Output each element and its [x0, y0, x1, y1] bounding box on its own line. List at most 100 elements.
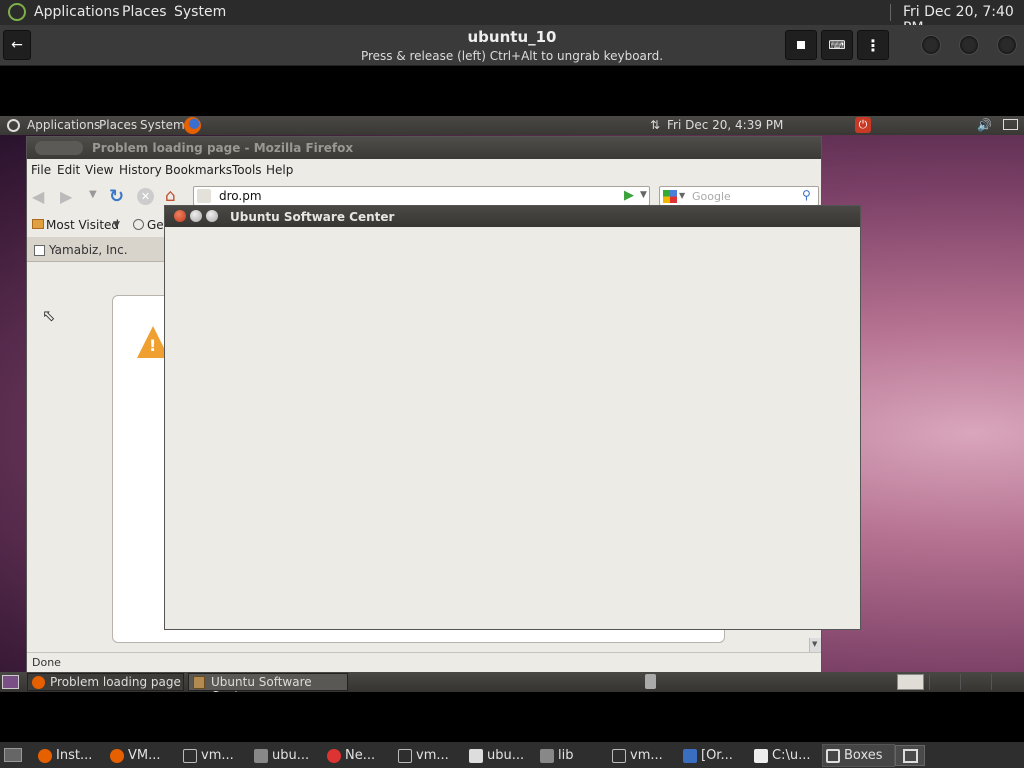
- volume-icon[interactable]: 🔊: [977, 118, 992, 132]
- firefox-titlebar[interactable]: Problem loading page - Mozilla Firefox: [27, 137, 821, 159]
- search-input[interactable]: Google: [692, 190, 731, 203]
- host-task-boxes[interactable]: Boxes: [822, 744, 895, 767]
- mail-icon[interactable]: [1003, 119, 1018, 130]
- reload-icon[interactable]: ↻: [109, 186, 124, 207]
- status-text: Done: [32, 656, 61, 669]
- workspace-switcher-active[interactable]: [897, 674, 924, 690]
- screen: Applications Places System Fri Dec 20, 7…: [0, 0, 1024, 768]
- usc-minimize-button[interactable]: [190, 210, 202, 222]
- host-task-8[interactable]: vm...: [612, 745, 663, 766]
- guest-menu-places[interactable]: Places: [99, 118, 137, 132]
- search-icon[interactable]: ⚲: [802, 188, 811, 202]
- host-task-2[interactable]: vm...: [183, 745, 234, 766]
- menu-view[interactable]: View: [85, 163, 113, 177]
- app-icon: [683, 748, 697, 763]
- menu-history[interactable]: History: [119, 163, 162, 177]
- history-dropdown-icon[interactable]: ▼: [89, 189, 97, 200]
- search-engine-icon[interactable]: [663, 190, 677, 203]
- host-task-7[interactable]: lib: [540, 745, 573, 766]
- url-dropdown-icon[interactable]: ▼: [640, 190, 647, 200]
- host-task-10-label: C:\u...: [772, 748, 811, 763]
- terminal-icon: [612, 748, 626, 763]
- host-task-1[interactable]: VM...: [110, 745, 161, 766]
- menu-button[interactable]: ⋮: [857, 30, 889, 60]
- host-task-3-label: ubu...: [272, 748, 310, 763]
- menu-help[interactable]: Help: [266, 163, 293, 177]
- kebab-menu-icon: ⋮: [865, 35, 881, 55]
- scroll-down-icon[interactable]: ▼: [812, 640, 817, 648]
- vertical-scrollbar[interactable]: ▼: [809, 638, 821, 652]
- menu-tools[interactable]: Tools: [232, 163, 262, 177]
- firefox-icon: [110, 748, 124, 763]
- mouse-pointer-icon: ⬁: [42, 306, 56, 325]
- site-identity-icon[interactable]: [197, 189, 211, 203]
- host-task-8-label: vm...: [630, 748, 663, 763]
- home-icon[interactable]: ⌂: [165, 186, 176, 206]
- network-updown-icon[interactable]: ⇅: [650, 118, 660, 132]
- host-task-2-label: vm...: [201, 748, 234, 763]
- maximize-window-button[interactable]: [959, 35, 979, 55]
- host-task-3[interactable]: ubu...: [254, 745, 309, 766]
- most-visited-dropdown-icon[interactable]: ▼: [113, 220, 120, 230]
- guest-top-panel: Applications Places System ⇅ Fri Dec 20,…: [0, 116, 1024, 135]
- guest-task-usc[interactable]: Ubuntu Software Center: [188, 673, 348, 692]
- most-visited-folder-icon[interactable]: [32, 219, 44, 229]
- forward-nav-icon[interactable]: ▶: [60, 187, 72, 206]
- boxes-icon: [826, 748, 840, 763]
- back-nav-icon[interactable]: ◀: [32, 187, 44, 206]
- host-task-4[interactable]: Ne...: [327, 745, 375, 766]
- stop-button[interactable]: [785, 30, 817, 60]
- guest-menu-applications[interactable]: Applications: [27, 118, 100, 132]
- power-icon[interactable]: ⏻: [855, 117, 871, 133]
- go-arrow-icon[interactable]: ▶: [624, 188, 634, 203]
- firefox-window-controls[interactable]: [35, 141, 83, 155]
- close-window-button[interactable]: [997, 35, 1017, 55]
- tab-label: Yamabiz, Inc.: [49, 243, 128, 257]
- workspace-switcher-2[interactable]: [929, 674, 959, 690]
- host-task-5[interactable]: vm...: [398, 745, 449, 766]
- menu-file[interactable]: File: [31, 163, 51, 177]
- trash-icon[interactable]: [645, 674, 656, 689]
- terminal-icon: [398, 748, 412, 763]
- host-task-0[interactable]: Inst...: [38, 745, 92, 766]
- usc-maximize-button[interactable]: [206, 210, 218, 222]
- workspace-switcher-4[interactable]: [991, 674, 1021, 690]
- usc-close-button[interactable]: [174, 210, 186, 222]
- software-center-titlebar[interactable]: Ubuntu Software Center: [165, 206, 860, 227]
- search-engine-box[interactable]: ▼ Google ⚲: [659, 186, 819, 206]
- minimize-window-button[interactable]: [921, 35, 941, 55]
- host-task-10[interactable]: C:\u...: [754, 745, 810, 766]
- folder-icon: [254, 748, 268, 763]
- guest-menu-system[interactable]: System: [140, 118, 185, 132]
- keyboard-button[interactable]: ⌨: [821, 30, 853, 60]
- host-show-desktop-icon[interactable]: [4, 748, 22, 762]
- stop-load-icon[interactable]: ✕: [137, 188, 154, 205]
- search-engine-dropdown-icon[interactable]: ▼: [679, 191, 685, 200]
- url-bar[interactable]: dro.pm ▶ ▼: [193, 186, 650, 206]
- most-visited-bookmark[interactable]: Most Visited: [46, 218, 119, 232]
- workspace-switcher-3[interactable]: [960, 674, 990, 690]
- firefox-launcher-icon[interactable]: [184, 117, 201, 134]
- usc-task-icon: [193, 676, 205, 689]
- host-menu-applications[interactable]: Applications: [34, 4, 120, 20]
- host-task-6[interactable]: ubu...: [469, 745, 524, 766]
- host-menu-places[interactable]: Places: [122, 4, 167, 20]
- menu-edit[interactable]: Edit: [57, 163, 80, 177]
- show-desktop-icon[interactable]: [2, 675, 19, 689]
- host-boxes-pinned-icon[interactable]: [895, 745, 925, 766]
- guest-clock[interactable]: Fri Dec 20, 4:39 PM: [667, 118, 783, 132]
- guest-task-firefox[interactable]: Problem loading page -...: [27, 673, 184, 692]
- menu-bookmarks[interactable]: Bookmarks: [165, 163, 232, 177]
- guest-task-usc-label: Ubuntu Software Center: [211, 675, 312, 692]
- stop-icon: [797, 41, 805, 49]
- software-center-window[interactable]: Ubuntu Software Center: [164, 205, 861, 630]
- url-text: dro.pm: [219, 189, 262, 203]
- host-menu-system[interactable]: System: [174, 4, 226, 20]
- host-applications-icon[interactable]: [8, 3, 26, 21]
- status-bar: Done: [27, 652, 821, 672]
- firefox-menubar: File Edit View History Bookmarks Tools H…: [27, 159, 821, 181]
- host-task-9[interactable]: [Or...: [683, 745, 733, 766]
- getting-started-icon[interactable]: [133, 219, 144, 230]
- tab-yamabiz[interactable]: Yamabiz, Inc.: [30, 240, 166, 262]
- guest-ubuntu-logo-icon[interactable]: [7, 119, 20, 132]
